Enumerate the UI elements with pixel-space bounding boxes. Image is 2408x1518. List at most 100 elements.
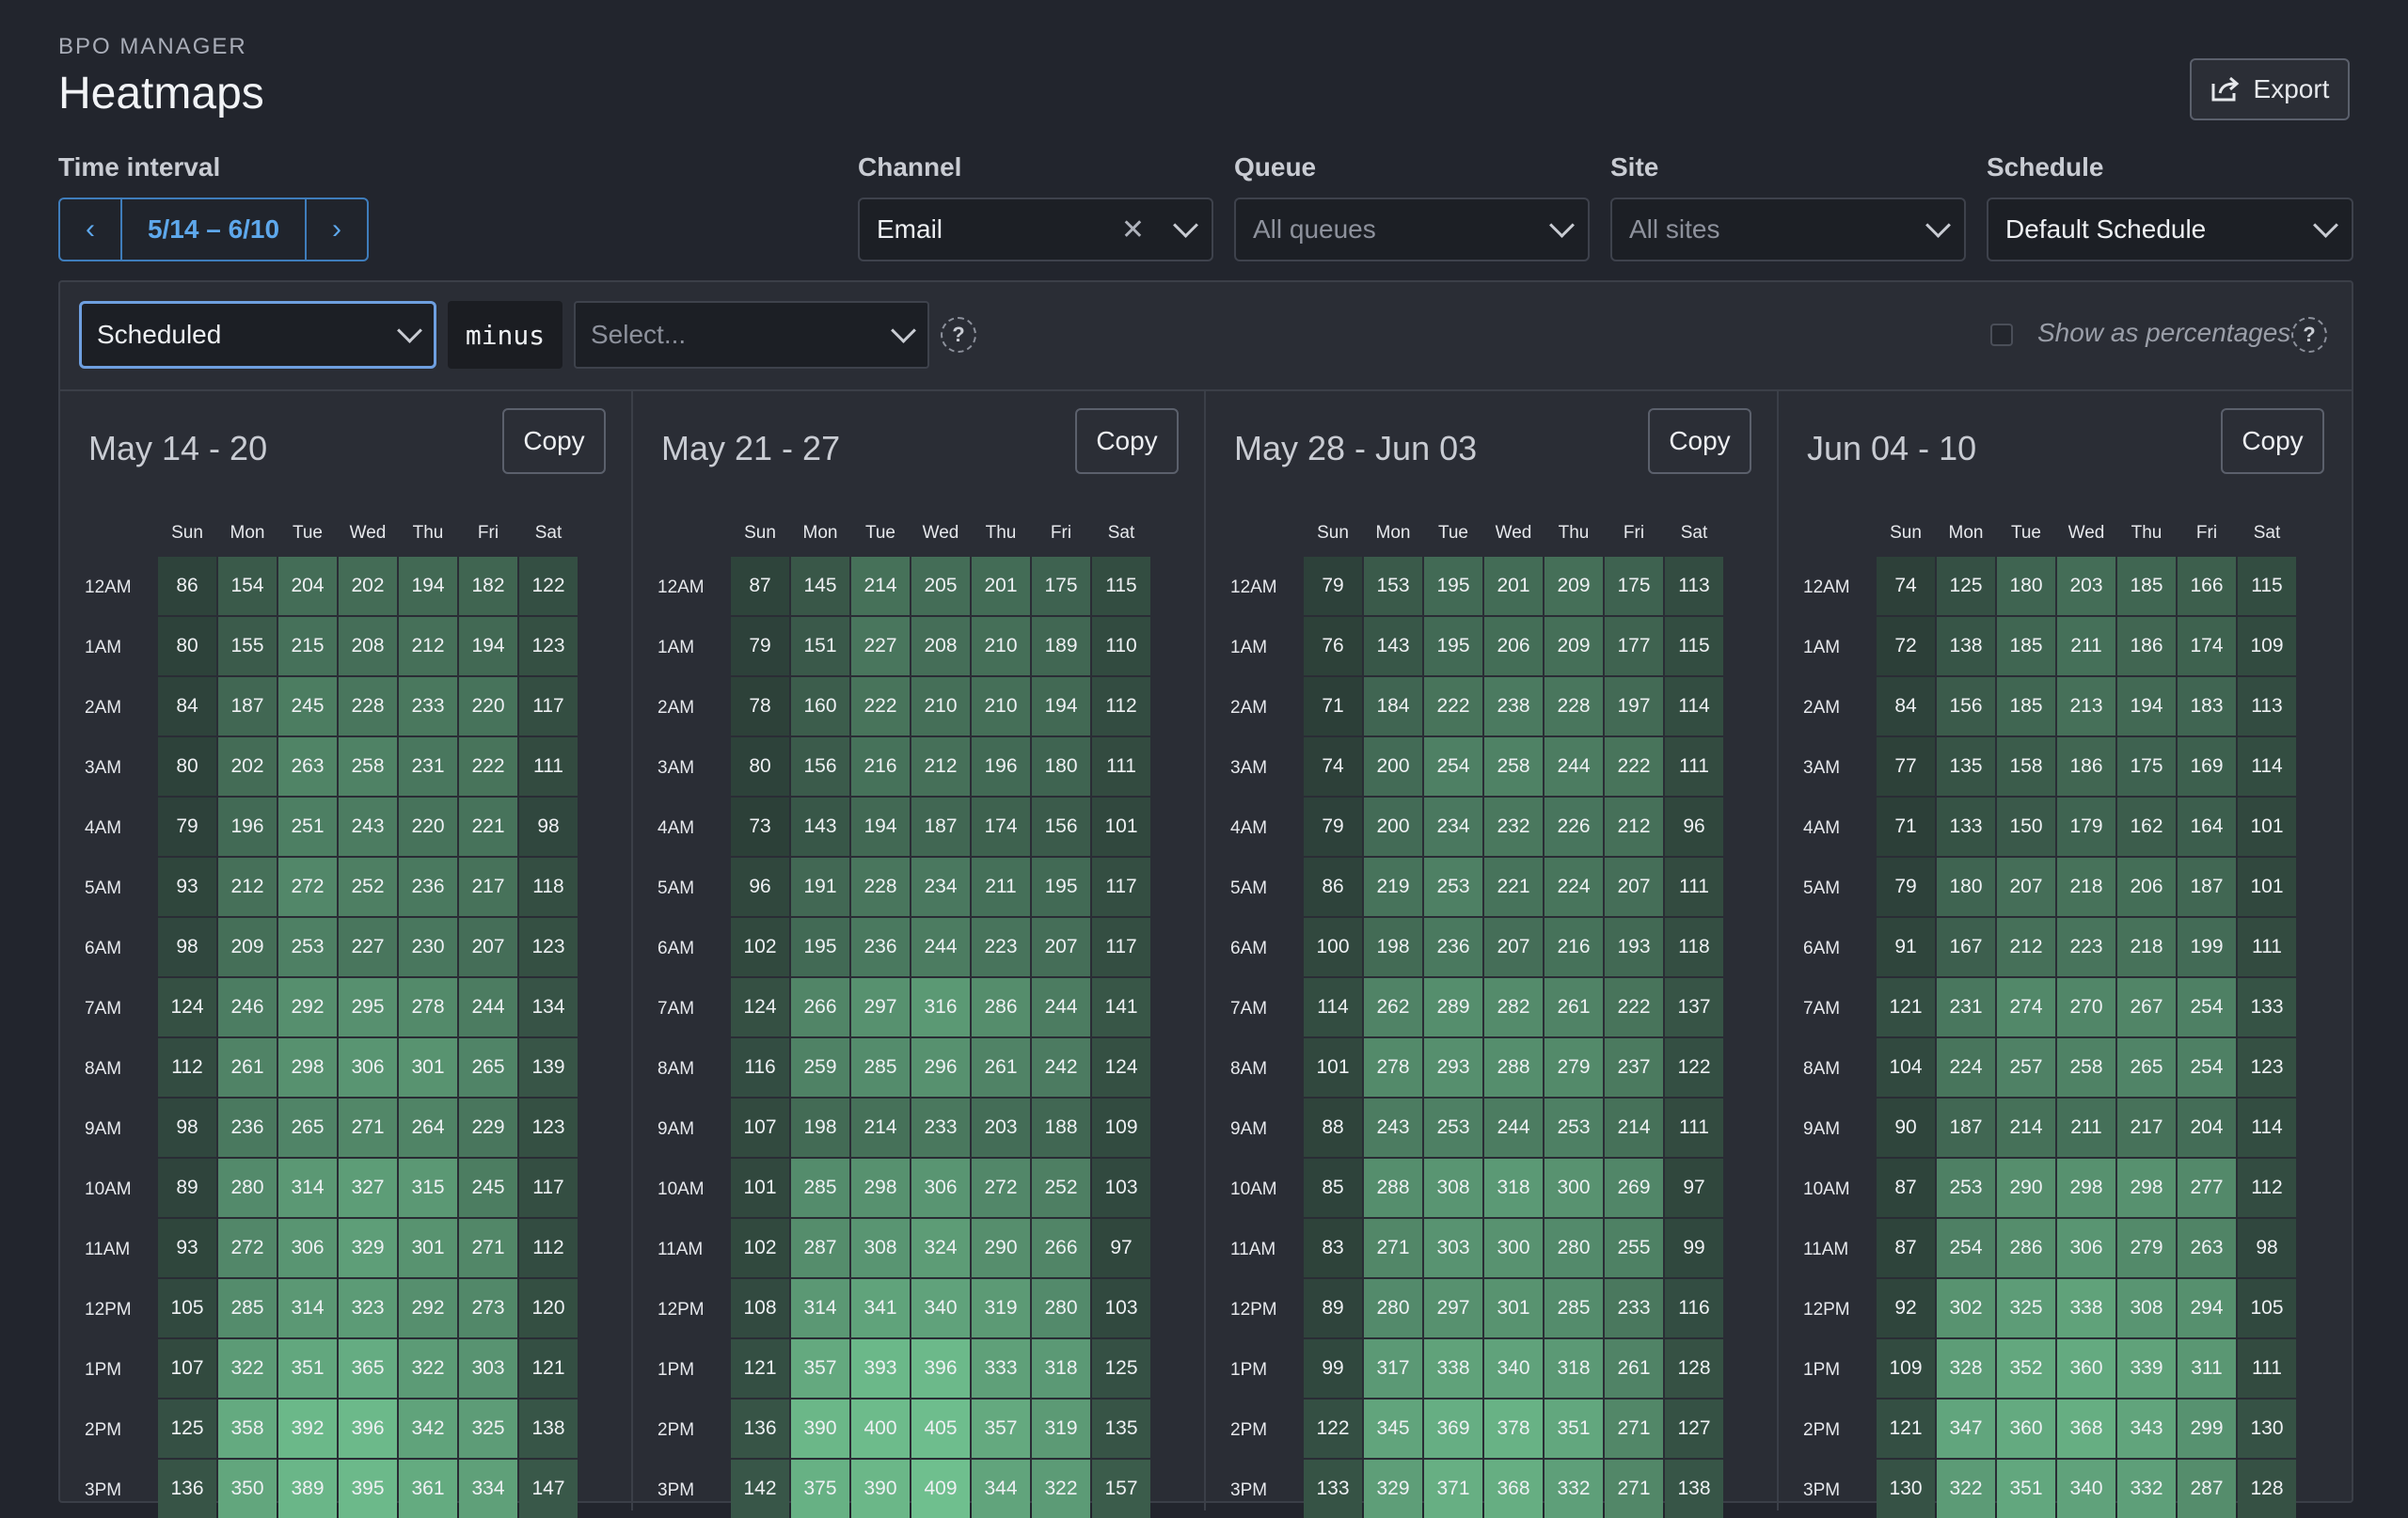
heatmap-cell: 202 [218,737,277,796]
heatmap-cell: 103 [1092,1279,1150,1337]
hour-label: 9AM [1803,1119,1841,1139]
heatmap-cell: 217 [2117,1099,2176,1157]
heatmap-cell: 105 [2238,1279,2296,1337]
heatmap-cell: 297 [851,978,910,1036]
schedule-select[interactable]: Default Schedule [1987,198,2353,261]
heatmap-cell: 244 [1032,978,1090,1036]
heatmap-cell: 98 [158,1099,216,1157]
heatmap-cell: 212 [911,737,970,796]
metric-select[interactable]: Scheduled [79,301,436,369]
heatmap-cell: 135 [1937,737,1995,796]
heatmap-cell: 213 [2057,677,2115,735]
heatmap-toolbar: Scheduled minus Select... ? Show as perc… [60,282,2352,391]
hour-label: 7AM [1230,999,1268,1019]
next-interval-button[interactable]: › [307,199,367,260]
heatmap-cell: 253 [1424,1099,1482,1157]
copy-button[interactable]: Copy [502,408,606,474]
hour-label: 4AM [1803,818,1841,838]
compare-select[interactable]: Select... [574,301,929,369]
week-title: May 14 - 20 [88,429,268,467]
show-percentages-checkbox[interactable] [1990,324,2013,346]
export-button[interactable]: Export [2190,58,2350,120]
heatmap-cell: 74 [1877,557,1935,615]
copy-button[interactable]: Copy [2221,408,2324,474]
heatmap-cell: 233 [1605,1279,1663,1337]
hour-label: 4AM [85,818,122,838]
heatmap-cell: 226 [1545,798,1603,856]
heatmap-cell: 389 [278,1460,337,1518]
heatmap-cell: 272 [218,1219,277,1277]
heatmap-cell: 116 [1665,1279,1723,1337]
heatmap-cell: 378 [1484,1399,1543,1458]
heatmap-cell: 80 [158,617,216,675]
heatmap-cell: 324 [911,1219,970,1277]
heatmap-cell: 110 [1092,617,1150,675]
heatmap-cell: 218 [2057,858,2115,916]
heatmap-cell: 112 [158,1038,216,1097]
hour-label: 12AM [85,577,132,597]
copy-button[interactable]: Copy [1075,408,1179,474]
heatmap-cell: 100 [1304,918,1362,976]
heatmap-cell: 117 [519,1159,578,1217]
heatmap-cell: 88 [1304,1099,1362,1157]
site-label: Site [1610,152,1659,182]
heatmap-cell: 103 [1092,1159,1150,1217]
heatmap-cell: 207 [1032,918,1090,976]
heatmap-cell: 111 [519,737,578,796]
hour-label: 5AM [1803,878,1841,898]
heatmap-cell: 189 [1032,617,1090,675]
heatmap-cell: 351 [1545,1399,1603,1458]
heatmap-cell: 96 [731,858,789,916]
hour-label: 3PM [85,1480,122,1500]
heatmap-cell: 211 [972,858,1030,916]
heatmap-cell: 261 [1545,978,1603,1036]
heatmap-cell: 288 [1364,1159,1422,1217]
heatmap-cell: 227 [851,617,910,675]
hour-label: 3AM [1803,758,1841,778]
heatmap-cell: 306 [278,1219,337,1277]
heatmap-cell: 279 [2117,1219,2176,1277]
day-header: Wed [1495,523,1532,543]
heatmap-cell: 236 [399,858,457,916]
heatmap-cell: 236 [218,1099,277,1157]
day-header: Sun [1317,523,1349,543]
prev-interval-button[interactable]: ‹ [60,199,120,260]
site-select[interactable]: All sites [1610,198,1966,261]
show-percentages-label: Show as percentages [2037,318,2291,347]
heatmap-cell: 111 [2238,918,2296,976]
heatmap-cell: 120 [519,1279,578,1337]
heatmap-cell: 222 [459,737,517,796]
heatmap-cell: 265 [459,1038,517,1097]
help-icon[interactable]: ? [2291,317,2327,353]
export-label: Export [2253,74,2330,103]
hour-label: 5AM [657,878,695,898]
heatmap-cell: 271 [459,1219,517,1277]
hour-label: 9AM [1230,1119,1268,1139]
help-icon[interactable]: ? [941,317,976,353]
heatmap-cell: 175 [1032,557,1090,615]
queue-select[interactable]: All queues [1234,198,1590,261]
hour-label: 3PM [1230,1480,1268,1500]
heatmap-cell: 207 [1484,918,1543,976]
heatmap-cell: 183 [2178,677,2236,735]
heatmap-cell: 253 [1424,858,1482,916]
heatmap-cell: 254 [1424,737,1482,796]
clear-icon[interactable]: ✕ [1121,213,1145,246]
heatmap-cell: 200 [1364,737,1422,796]
chevron-down-icon [397,317,422,343]
heatmap-cell: 257 [1997,1038,2055,1097]
heatmap-cell: 99 [1665,1219,1723,1277]
heatmap-cell: 138 [1665,1460,1723,1518]
heatmap-cell: 111 [1665,858,1723,916]
copy-button[interactable]: Copy [1648,408,1751,474]
heatmap-cell: 271 [339,1099,397,1157]
channel-select[interactable]: Email ✕ [858,198,1213,261]
heatmap-cell: 318 [1484,1159,1543,1217]
heatmap-cell: 185 [1997,617,2055,675]
heatmap-cell: 306 [2057,1219,2115,1277]
week-title: May 28 - Jun 03 [1234,429,1478,467]
heatmap-cell: 280 [1545,1219,1603,1277]
heatmap-cell: 279 [1545,1038,1603,1097]
interval-range[interactable]: 5/14 – 6/10 [120,199,307,260]
heatmap-cell: 286 [972,978,1030,1036]
